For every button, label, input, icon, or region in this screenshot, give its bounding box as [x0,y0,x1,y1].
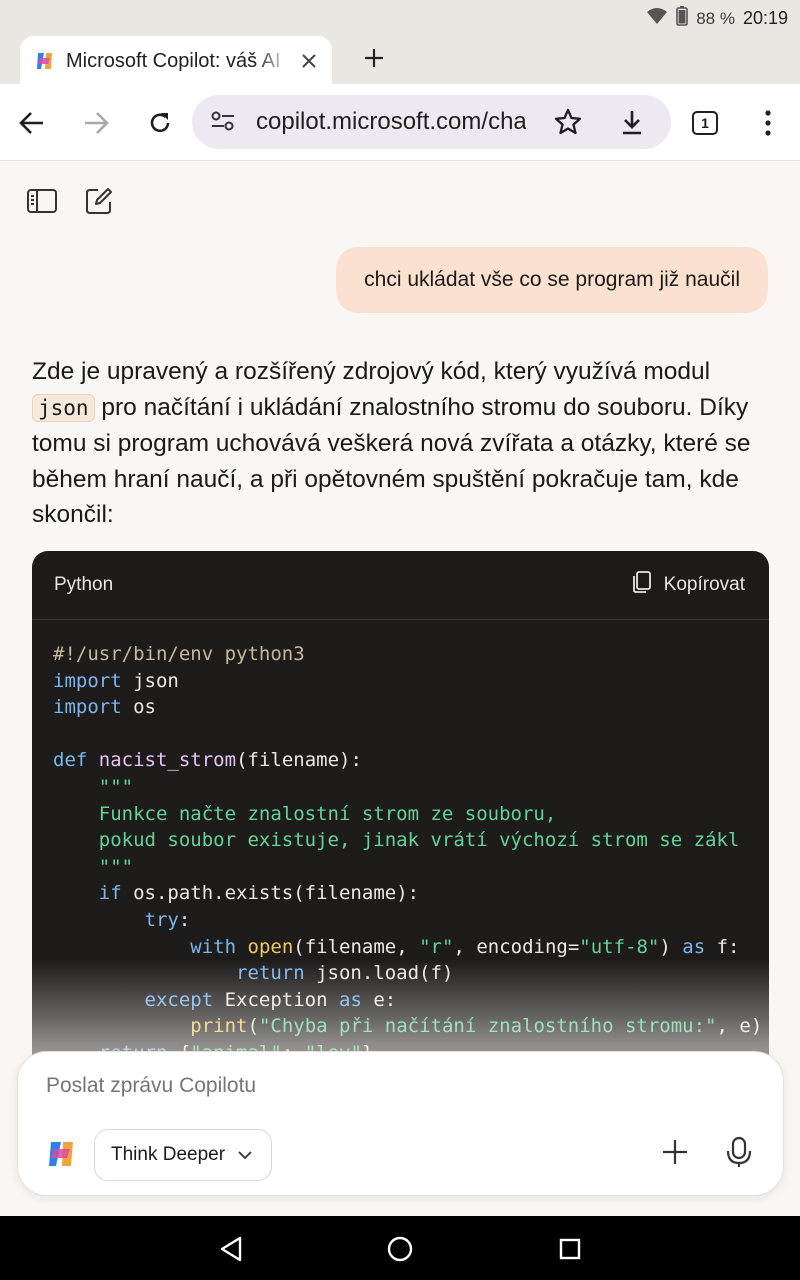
nav-back-icon[interactable] [214,1232,248,1266]
download-icon[interactable] [616,106,648,143]
star-icon[interactable] [552,106,584,143]
system-navigation-bar [0,1216,800,1280]
wifi-icon [646,7,668,30]
browser-toolbar: copilot.microsoft.com/chats 1 [0,84,800,161]
battery-level: 88 % [696,8,735,28]
message-composer: Think Deeper [17,1051,784,1196]
code-line: Funkce načte znalostní strom ze souboru, [53,802,557,825]
copilot-logo-icon [45,1137,79,1176]
code-header: Python Kopírovat [32,551,769,620]
code-line: print("Chyba při načítání znalostního st… [190,1015,763,1038]
answer-text-end: pro načítání i ukládání znalostního stro… [32,393,751,529]
code-line: import json [53,669,179,692]
tab-strip: Microsoft Copilot: váš AI [0,34,800,86]
plus-icon[interactable] [658,1135,692,1174]
code-line: return json.load(f) [236,962,454,985]
copy-icon [632,570,652,600]
new-chat-icon[interactable] [84,186,114,221]
clock: 20:19 [742,8,788,28]
user-message: chci ukládat vše co se program již nauči… [336,247,768,313]
plus-icon[interactable] [358,42,390,74]
code-line: if os.path.exists(filename): [98,882,420,905]
menu-icon[interactable] [746,101,790,145]
nav-recents-icon[interactable] [553,1232,587,1266]
code-line: try: [144,908,191,931]
mode-label: Think Deeper [111,1144,226,1165]
url-text: copilot.microsoft.com/chats [256,108,526,135]
address-bar[interactable]: copilot.microsoft.com/chats [192,95,671,149]
page-toolbar [26,186,114,221]
code-line: """ [53,855,134,878]
status-bar: 88 % 20:19 [0,0,800,34]
inline-code: json [32,393,95,422]
tab-title: Microsoft Copilot: váš AI [66,49,281,72]
assistant-message: Zde je upravený a rozšířený zdrojový kód… [32,354,772,533]
code-line: with open(filename, "r", encoding="utf-8… [190,935,740,958]
tab-switcher-button[interactable]: 1 [692,111,718,135]
sidebar-icon[interactable] [26,186,58,221]
copilot-logo-icon [34,50,56,72]
reload-icon[interactable] [138,101,182,145]
site-settings-icon[interactable] [210,110,236,137]
back-icon[interactable] [10,101,54,145]
code-line: except Exception as e: [144,988,397,1011]
chevron-down-icon [237,1144,253,1166]
copy-button[interactable]: Kopírovat [632,570,745,600]
mic-icon[interactable] [722,1135,756,1174]
mode-selector[interactable]: Think Deeper [94,1129,273,1181]
code-line: pokud soubor existuje, jinak vrátí výcho… [53,829,740,852]
code-line: """ [53,775,134,798]
code-line: import os [53,696,156,719]
battery-icon [676,6,689,31]
nav-home-icon[interactable] [383,1232,417,1266]
answer-text-start: Zde je upravený a rozšířený zdrojový kód… [32,358,711,385]
code-content: #!/usr/bin/env python3 import json import … [32,620,769,1067]
close-icon[interactable] [296,48,322,74]
browser-tab[interactable]: Microsoft Copilot: váš AI [20,36,332,86]
message-input[interactable] [46,1074,646,1098]
code-language: Python [54,574,114,595]
code-line: def nacist_strom(filename): [53,749,362,772]
forward-icon[interactable] [74,101,118,145]
copy-label: Kopírovat [663,574,745,595]
code-line: #!/usr/bin/env python3 [53,643,305,665]
